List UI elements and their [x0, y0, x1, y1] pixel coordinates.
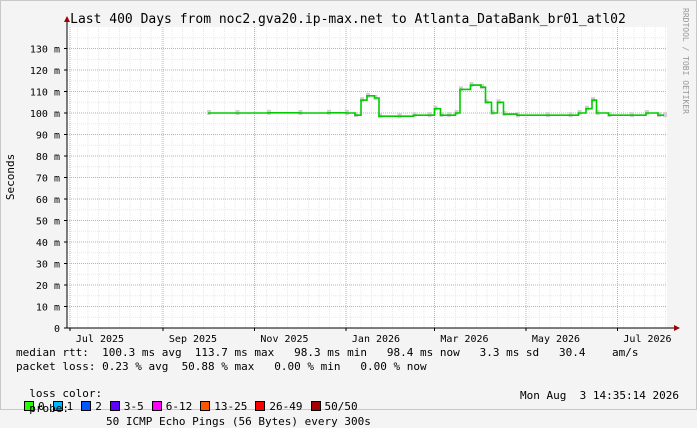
- y-tick-label: 120 m: [30, 66, 60, 77]
- packet-loss-line: packet loss: 0.23 % avg 50.88 % max 0.00…: [16, 360, 427, 373]
- y-tick-label: 110 m: [30, 88, 60, 99]
- x-tick-label: Jan 2026: [352, 334, 400, 345]
- median-rtt-line: median rtt: 100.3 ms avg 113.7 ms max 98…: [16, 346, 639, 359]
- x-ticks: Jul 2025 Sep 2025 Nov 2025 Jan 2026 Mar 2026…: [69, 328, 672, 345]
- x-tick-label: Nov 2025: [260, 334, 308, 345]
- y-tick-label: 20 m: [36, 281, 60, 292]
- y-tick-label: 50 m: [36, 217, 60, 228]
- y-tick-label: 40 m: [36, 238, 60, 249]
- probe-text: 50 ICMP Echo Pings (56 Bytes) every 300s: [106, 415, 371, 428]
- loss-color-swatch-label: 13-25: [214, 400, 248, 413]
- latency-chart: 0 10 m 20 m 30 m 40 m 50 m 60 m 70 m 80 m 90 m 100…: [4, 8, 690, 345]
- x-tick-label: Sep 2025: [169, 334, 217, 345]
- loss-color-swatch-label: 3-5: [123, 400, 144, 413]
- y-tick-label: 60 m: [36, 195, 60, 206]
- y-tick-label: 10 m: [36, 303, 60, 314]
- x-axis-arrow: [674, 325, 680, 331]
- chart-title: Last 400 Days from noc2.gva20.ip-max.net…: [70, 12, 626, 27]
- timestamp: Mon Aug 3 14:35:14 2026: [520, 389, 679, 402]
- y-tick-label: 130 m: [30, 45, 60, 56]
- loss-color-swatch-label: 2: [95, 400, 102, 413]
- y-tick-label: 100 m: [30, 109, 60, 120]
- x-tick-label: May 2026: [532, 334, 580, 345]
- y-tick-label: 30 m: [36, 260, 60, 271]
- x-tick-label: Jul 2025: [76, 334, 124, 345]
- y-axis-arrow: [64, 16, 70, 22]
- loss-color-swatch-label: 6-12: [165, 400, 193, 413]
- y-tick-label: 0: [54, 324, 60, 335]
- probe-line: probe: 50 ICMP Echo Pings (56 Bytes) eve…: [16, 389, 371, 428]
- x-tick-label: Jul 2026: [623, 334, 671, 345]
- y-tick-label: 70 m: [36, 174, 60, 185]
- loss-color-swatch-label: 26-49: [269, 400, 303, 413]
- y-tick-label: 90 m: [36, 131, 60, 142]
- probe-label: probe:: [29, 402, 69, 415]
- y-ticks: 0 10 m 20 m 30 m 40 m 50 m 60 m 70 m 80 m 90 m 100…: [30, 45, 67, 335]
- y-axis-label: Seconds: [4, 154, 17, 200]
- loss-color-swatch-label: 50/50: [324, 400, 358, 413]
- y-tick-label: 80 m: [36, 152, 60, 163]
- x-tick-label: Mar 2026: [440, 334, 488, 345]
- watermark: RRDTOOL / TOBI OETIKER: [681, 8, 690, 114]
